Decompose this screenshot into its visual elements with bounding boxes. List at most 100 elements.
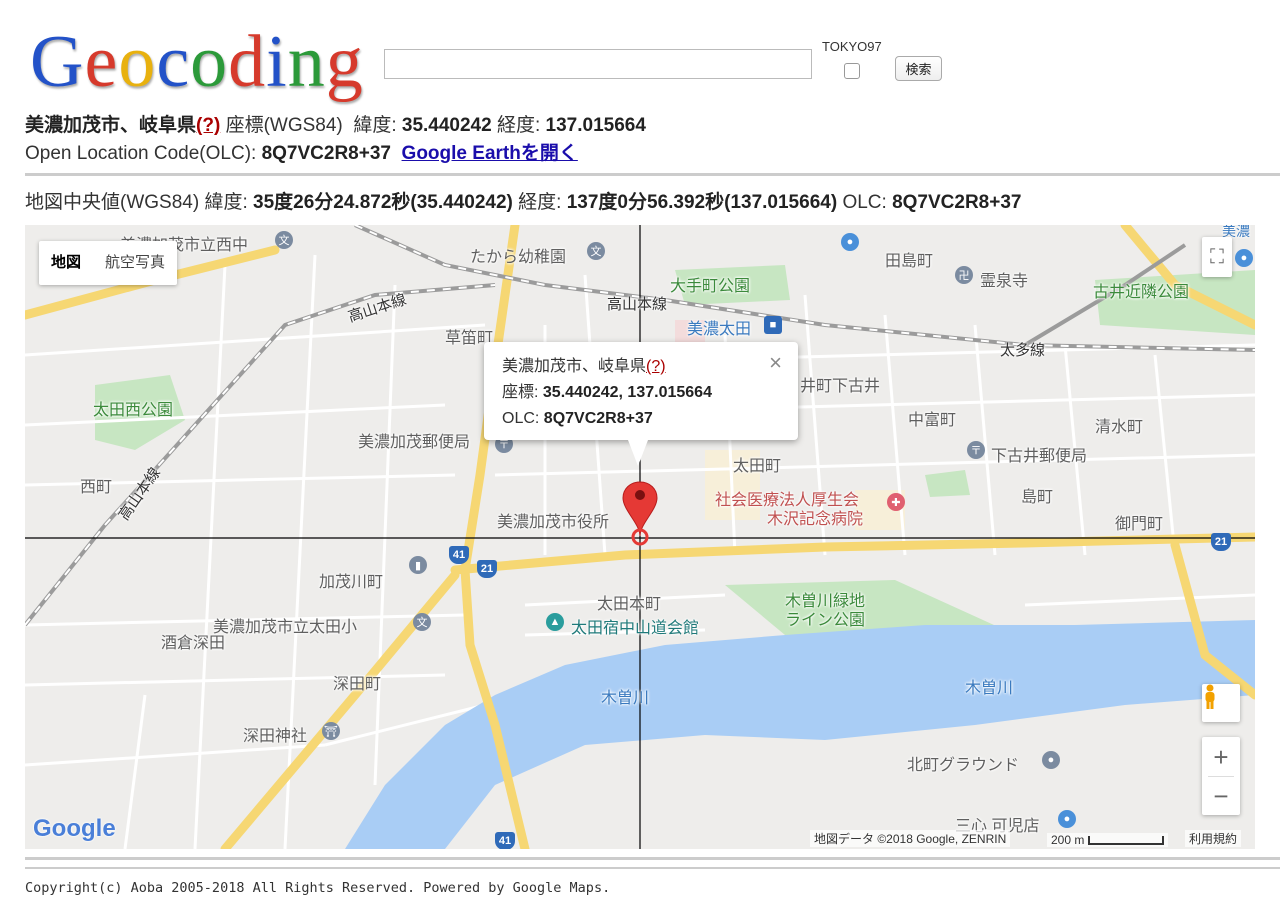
- temple-icon: 卍: [955, 266, 973, 284]
- tokyo97-label: TOKYO97: [822, 39, 882, 54]
- label-shimofurui: 井町下古井: [800, 378, 881, 395]
- place-icon: ●: [1042, 751, 1060, 769]
- divider-bottom: [25, 857, 1280, 860]
- label-ota-school: 美濃加茂市立太田小: [213, 619, 358, 636]
- hospital-icon: ✚: [887, 493, 905, 511]
- info-window: 美濃加茂市、岐阜県(?) 座標: 35.440242, 137.015664 O…: [484, 342, 798, 440]
- route-41-shield: 41: [449, 546, 469, 564]
- scale-line: [1087, 836, 1164, 846]
- route-21-shield: 21: [477, 560, 497, 578]
- zoom-control: + −: [1202, 737, 1240, 815]
- street-view-pegman-icon[interactable]: [1202, 684, 1240, 722]
- label-minoota-station: 美濃太田: [687, 321, 752, 338]
- label-ota-nishi-park: 太田西公園: [93, 402, 174, 419]
- logo-letter: g: [325, 21, 364, 103]
- logo-letter: n: [287, 21, 326, 103]
- result-address: 美濃加茂市、岐阜県: [25, 115, 197, 136]
- map-type-map-button[interactable]: 地図: [39, 241, 93, 285]
- route-21-shield-east: 21: [1211, 533, 1231, 551]
- label-nakasendo: 太田宿中山道会館: [571, 620, 700, 637]
- label-shimizucho: 清水町: [1095, 419, 1144, 436]
- center-lat-label: 緯度:: [204, 192, 248, 213]
- scale-bar[interactable]: 200 m: [1047, 833, 1168, 847]
- label-gomoncho: 御門町: [1115, 516, 1164, 533]
- close-icon[interactable]: ×: [769, 352, 782, 374]
- lng-label: 経度:: [496, 115, 541, 136]
- help-link[interactable]: (?): [196, 115, 220, 136]
- shopping-icon: ●: [1235, 249, 1253, 267]
- label-kisogawa-river-2: 木曽川: [965, 680, 1014, 697]
- google-earth-link[interactable]: Google Earthを開く: [402, 143, 578, 164]
- label-fukada-shrine: 深田神社: [243, 728, 308, 745]
- divider-bottom-2: [25, 867, 1280, 869]
- search-button[interactable]: 検索: [895, 56, 942, 81]
- popup-coord: 35.440242, 137.015664: [542, 384, 712, 401]
- label-shimofurui-post: 下古井郵便局: [991, 448, 1088, 465]
- scale-label: 200 m: [1051, 833, 1085, 847]
- logo-letter: o: [190, 21, 229, 103]
- popup-olc: 8Q7VC2R8+37: [543, 410, 653, 427]
- location-marker-icon[interactable]: [622, 480, 658, 548]
- map-attribution: 地図データ ©2018 Google, ZENRIN: [810, 830, 1011, 847]
- label-taita-line: 太多線: [1000, 342, 1046, 359]
- map-type-control: 地図 航空写真: [39, 241, 178, 285]
- search-input[interactable]: [384, 49, 812, 79]
- center-olc: 8Q7VC2R8+37: [892, 192, 1022, 213]
- lat-label: 緯度:: [353, 115, 397, 136]
- label-takara: たから幼稚園: [470, 249, 567, 266]
- label-kitamachi-ground: 北町グラウンド: [907, 757, 1020, 774]
- tokyo97-checkbox[interactable]: [844, 63, 860, 79]
- logo-letter: c: [156, 21, 191, 103]
- zoom-in-button[interactable]: +: [1213, 738, 1228, 776]
- label-nakatomicho: 中富町: [908, 412, 957, 429]
- google-map[interactable]: 美濃加茂市立西中 たから幼稚園 田島町 霊泉寺 古井近隣公園 大手町公園 高山本…: [25, 225, 1255, 849]
- label-kisogawa-park-2: ライン公園: [785, 612, 866, 629]
- popup-help-link[interactable]: (?): [646, 358, 666, 375]
- result-line: 美濃加茂市、岐阜県(?) 座標(WGS84) 緯度: 35.440242 経度:…: [25, 110, 646, 137]
- label-takayama-line-2: 高山本線: [607, 296, 668, 313]
- label-otemachi-park: 大手町公園: [670, 278, 751, 295]
- olc-line: Open Location Code(OLC): 8Q7VC2R8+37 Goo…: [25, 138, 578, 165]
- museum-icon: ▲: [546, 613, 564, 631]
- label-kisogawa-river-1: 木曽川: [601, 690, 650, 707]
- school-icon: 文: [275, 231, 293, 249]
- logo-letter: i: [266, 21, 288, 103]
- zoom-out-button[interactable]: −: [1213, 777, 1228, 815]
- result-lat: 35.440242: [401, 115, 492, 136]
- logo-letter: d: [228, 21, 267, 103]
- popup-coord-label: 座標:: [502, 384, 539, 401]
- label-reisenji: 霊泉寺: [980, 273, 1029, 290]
- fullscreen-icon[interactable]: ⛶: [1202, 237, 1232, 277]
- logo-letter: o: [118, 21, 157, 103]
- shopping-icon: ●: [841, 233, 859, 251]
- result-olc: 8Q7VC2R8+37: [261, 143, 391, 164]
- google-logo: Google: [33, 815, 116, 842]
- center-lng-label: 経度:: [518, 192, 562, 213]
- shrine-icon: ⛩: [322, 722, 340, 740]
- label-otahonmachi: 太田本町: [597, 596, 662, 613]
- label-otamachi: 太田町: [733, 458, 782, 475]
- label-fukadacho: 深田町: [333, 676, 382, 693]
- label-shimamachi: 島町: [1021, 489, 1054, 506]
- route-41-shield-south: 41: [495, 832, 515, 849]
- result-lng: 137.015664: [545, 115, 646, 136]
- label-nishimachi: 西町: [80, 479, 113, 496]
- logo-letter: G: [30, 21, 85, 103]
- label-kousei-2: 木沢記念病院: [767, 511, 864, 528]
- shopping-icon: ●: [1058, 810, 1076, 828]
- divider-top: [25, 173, 1280, 176]
- terms-link[interactable]: 利用規約: [1185, 830, 1242, 847]
- label-tajimacho: 田島町: [885, 253, 934, 270]
- label-sakakurafukada: 酒倉深田: [161, 635, 226, 652]
- label-furui-park: 古井近隣公園: [1093, 284, 1190, 301]
- label-kamokawacho: 加茂川町: [319, 574, 384, 591]
- logo-letter: e: [84, 21, 119, 103]
- map-type-satellite-button[interactable]: 航空写真: [93, 241, 177, 285]
- center-lng: 137度0分56.392秒(137.015664): [566, 192, 838, 213]
- olc-label: Open Location Code(OLC):: [25, 143, 257, 164]
- label-post-office: 美濃加茂郵便局: [358, 434, 471, 451]
- center-label: 地図中央値(WGS84): [25, 192, 200, 213]
- map-center-line: 地図中央値(WGS84) 緯度: 35度26分24.872秒(35.440242…: [25, 187, 1021, 214]
- post-office-icon: 〒: [967, 441, 985, 459]
- coord-label: 座標(WGS84): [225, 115, 343, 136]
